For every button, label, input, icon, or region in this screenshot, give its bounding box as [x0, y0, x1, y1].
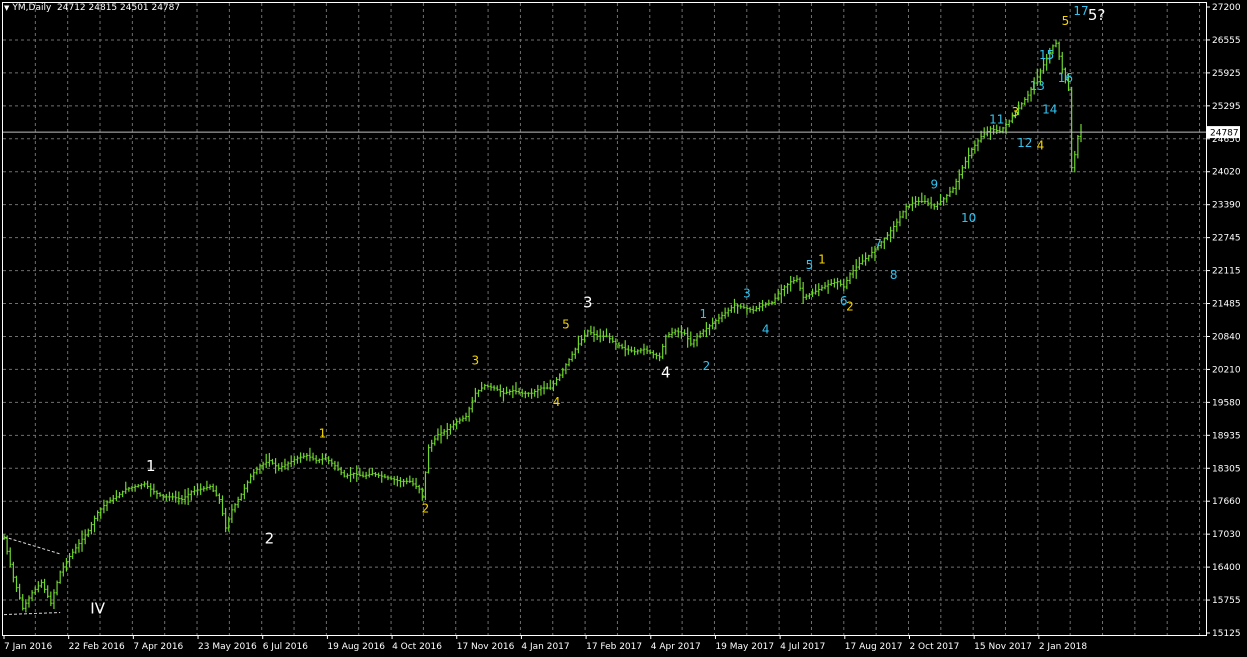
chart-window[interactable]: 24787 IV 1 2 1 2 3 4 5 3 4 1 2 3 4 5 1 6 2 7 8 9 10 11 3 12 4 13 14…	[0, 0, 1247, 657]
symbol-label: YM,Daily	[12, 3, 52, 13]
wave-label: 1	[818, 253, 826, 267]
wave-label: 17	[1073, 4, 1088, 18]
y-tick-label: 18305	[1212, 464, 1241, 474]
wave-label: 9	[930, 177, 938, 191]
y-tick-label: 17660	[1212, 497, 1241, 507]
x-tick-label: 17 Aug 2017	[845, 642, 903, 652]
y-tick-label: 20840	[1212, 332, 1241, 342]
wave-label: 1	[699, 307, 707, 321]
wave-label: 2	[265, 530, 275, 548]
wave-label: 7	[874, 237, 882, 251]
wave-label: 14	[1042, 102, 1057, 116]
y-tick-label: 24650	[1212, 135, 1241, 145]
wave-label: 5	[562, 317, 570, 331]
wave-label: 5	[806, 258, 814, 272]
wave-label: 12	[1017, 136, 1032, 150]
y-tick-label: 15755	[1212, 596, 1241, 606]
wave-label: 5	[1062, 14, 1070, 28]
wave-label: 3	[1012, 105, 1020, 119]
triangle-down-icon[interactable]: ▼	[4, 4, 9, 12]
wave-label: 3	[472, 354, 480, 368]
wave-label: 13	[1030, 79, 1045, 93]
ohlc-label: 24712 24815 24501 24787	[57, 3, 181, 13]
wave-label: 8	[890, 268, 898, 282]
wave-label: IV	[90, 600, 105, 618]
x-tick-label: 17 Nov 2016	[457, 642, 515, 652]
wave-label: 4	[553, 395, 561, 409]
y-tick-label: 17030	[1212, 530, 1241, 540]
wave-label: 2	[422, 501, 430, 515]
wave-label: 16	[1058, 71, 1073, 85]
y-tick-label: 25925	[1212, 69, 1241, 79]
x-tick-label: 2 Oct 2017	[909, 642, 959, 652]
wave-label: 5?	[1088, 6, 1106, 24]
wave-label: 3	[743, 286, 751, 300]
wave-label: 2	[846, 299, 854, 313]
x-tick-label: 4 Apr 2017	[651, 642, 701, 652]
y-tick-label: 22115	[1212, 267, 1241, 277]
x-tick-label: 2 Jan 2018	[1039, 642, 1087, 652]
wave-label: 15	[1039, 48, 1054, 62]
y-tick-label: 27200	[1212, 3, 1241, 13]
x-tick-label: 17 Feb 2017	[586, 642, 642, 652]
wave-label: 10	[961, 211, 976, 225]
chart-title-bar: ▼ YM,Daily 24712 24815 24501 24787	[4, 3, 180, 13]
x-tick-label: 4 Jul 2017	[780, 642, 825, 652]
y-tick-label: 16400	[1212, 563, 1241, 573]
x-tick-label: 7 Apr 2016	[133, 642, 183, 652]
y-tick-label: 22745	[1212, 234, 1241, 244]
x-tick-label: 19 Aug 2016	[327, 642, 385, 652]
wave-label: 1	[146, 457, 156, 475]
y-tick-label: 23390	[1212, 201, 1241, 211]
x-tick-label: 6 Jul 2016	[263, 642, 308, 652]
x-tick-label: 7 Jan 2016	[4, 642, 52, 652]
y-tick-label: 19580	[1212, 398, 1241, 408]
y-tick-label: 18935	[1212, 431, 1241, 441]
price-chart[interactable]: 24787 IV12123453412345 1627891011312 41314…	[0, 0, 1247, 657]
x-tick-label: 4 Oct 2016	[392, 642, 442, 652]
wave-label: 2	[703, 359, 711, 373]
y-tick-label: 26555	[1212, 36, 1241, 46]
x-tick-label: 15 Nov 2017	[974, 642, 1032, 652]
wave-label: 4	[1037, 139, 1045, 153]
x-tick-label: 22 Feb 2016	[69, 642, 125, 652]
y-tick-label: 20210	[1212, 365, 1241, 375]
y-tick-label: 25295	[1212, 102, 1241, 112]
wave-label: 1	[319, 426, 327, 440]
y-tick-label: 15125	[1212, 629, 1241, 639]
wave-label: 4	[661, 364, 671, 382]
y-tick-label: 24020	[1212, 168, 1241, 178]
x-tick-label: 23 May 2016	[198, 642, 257, 652]
x-tick-label: 4 Jan 2017	[521, 642, 569, 652]
wave-label: 4	[762, 323, 770, 337]
x-tick-label: 19 May 2017	[715, 642, 774, 652]
wave-label: 3	[583, 294, 593, 312]
chart-background	[0, 0, 1247, 657]
y-tick-label: 21485	[1212, 300, 1241, 310]
wave-label: 11	[989, 113, 1004, 127]
